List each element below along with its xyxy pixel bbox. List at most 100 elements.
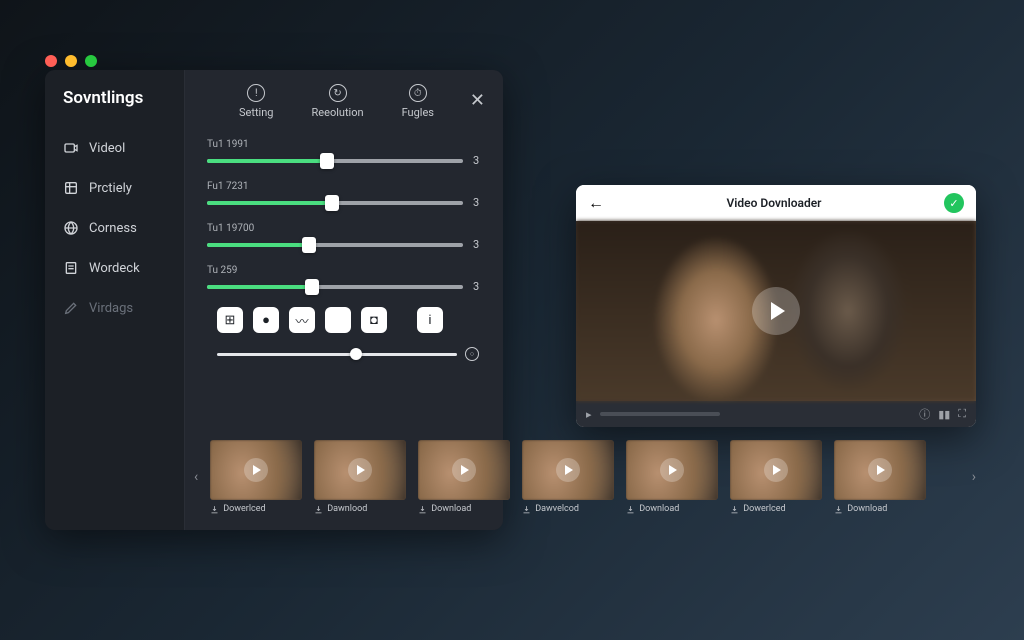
timeline-slider[interactable]: ○ xyxy=(203,347,485,361)
sidebar-item-label: Virdags xyxy=(89,301,133,316)
play-control-icon[interactable]: ○ xyxy=(465,347,479,361)
sidebar-item-label: Wordeck xyxy=(89,261,140,276)
slider-thumb[interactable] xyxy=(325,195,339,211)
layers-icon xyxy=(63,180,79,196)
tab-icon: ! xyxy=(247,84,265,102)
slider-value: 3 xyxy=(473,196,485,209)
slider-list: Tu1 19913Fu1 72313Tu1 197003Tu 2593 xyxy=(203,139,485,293)
play-icon xyxy=(868,458,892,482)
sidebar-item-wordeck[interactable]: Wordeck xyxy=(45,248,184,288)
slider-row: Tu1 19913 xyxy=(207,139,485,167)
sidebar-item-corness[interactable]: Corness xyxy=(45,208,184,248)
close-window-icon[interactable] xyxy=(45,55,57,67)
download-button[interactable]: Download xyxy=(418,504,510,514)
close-icon[interactable]: ✕ xyxy=(470,92,485,110)
video-player[interactable] xyxy=(576,221,976,401)
play-icon[interactable] xyxy=(752,287,800,335)
maximize-window-icon[interactable] xyxy=(85,55,97,67)
thumbnail-item[interactable]: Dowerlced xyxy=(730,440,822,514)
download-icon xyxy=(626,505,635,514)
slider-thumb[interactable] xyxy=(302,237,316,253)
slider-value: 3 xyxy=(473,238,485,251)
volume-icon[interactable]: ▸ xyxy=(586,408,592,421)
chevron-left-icon[interactable]: ‹ xyxy=(190,469,202,485)
thumbnail-item[interactable]: Download xyxy=(834,440,926,514)
sidebar-item-label: Prctiely xyxy=(89,181,132,196)
chart-button[interactable]: 〰 xyxy=(289,307,315,333)
slider-row: Fu1 72313 xyxy=(207,181,485,209)
download-button[interactable]: Download xyxy=(834,504,926,514)
sidebar-item-prctiely[interactable]: Prctiely xyxy=(45,168,184,208)
sidebar-item-virdags[interactable]: Virdags xyxy=(45,288,184,328)
preview-header: ← Video Dovnloader ✓ xyxy=(576,185,976,221)
apple-button[interactable] xyxy=(325,307,351,333)
thumbnail-image[interactable] xyxy=(418,440,510,500)
play-icon xyxy=(348,458,372,482)
expand-icon[interactable]: ⛶ xyxy=(958,407,966,421)
minimize-window-icon[interactable] xyxy=(65,55,77,67)
video-icon xyxy=(63,140,79,156)
info-button[interactable]: i xyxy=(417,307,443,333)
thumbnail-item[interactable]: Download xyxy=(626,440,718,514)
slider-track[interactable] xyxy=(207,285,463,289)
tab-bar: !Setting ↻Reeolution ⏱Fugles xyxy=(203,84,485,119)
play-icon xyxy=(764,458,788,482)
window-traffic-lights[interactable] xyxy=(45,55,97,67)
tab-icon: ⏱ xyxy=(409,84,427,102)
download-button[interactable]: Dawvelcod xyxy=(522,504,614,514)
download-icon xyxy=(730,505,739,514)
download-button[interactable]: Dowerlced xyxy=(730,504,822,514)
slider-label: Tu1 19700 xyxy=(207,223,485,234)
icon-row: ⊞ ● 〰 ◘ i xyxy=(203,307,485,333)
download-icon xyxy=(418,505,427,514)
thumbnail-image[interactable] xyxy=(730,440,822,500)
thumbnail-item[interactable]: Dawnlood xyxy=(314,440,406,514)
thumbnail-item[interactable]: Dowerlced xyxy=(210,440,302,514)
thumbnail-image[interactable] xyxy=(314,440,406,500)
video-preview-popup: ← Video Dovnloader ✓ ▸ ⓘ ▮▮ ⛶ xyxy=(576,185,976,427)
thumbnail-strip: ‹ Dowerlced Dawnlood Download Dawvelcod Down… xyxy=(190,440,980,514)
sidebar-title: Sovntlings xyxy=(45,88,184,128)
sidebar-item-label: Corness xyxy=(89,221,137,236)
progress-bar[interactable] xyxy=(600,412,720,416)
download-icon xyxy=(834,505,843,514)
chevron-right-icon[interactable]: › xyxy=(968,469,980,485)
play-icon xyxy=(452,458,476,482)
box-button[interactable]: ◘ xyxy=(361,307,387,333)
slider-label: Tu1 1991 xyxy=(207,139,485,150)
thumbnail-image[interactable] xyxy=(522,440,614,500)
tab-setting[interactable]: !Setting xyxy=(239,84,274,119)
info-icon[interactable]: ⓘ xyxy=(919,406,930,422)
slider-track[interactable] xyxy=(207,159,463,163)
stop-button[interactable]: ● xyxy=(253,307,279,333)
slider-thumb[interactable] xyxy=(320,153,334,169)
player-controls: ▸ ⓘ ▮▮ ⛶ xyxy=(576,401,976,427)
slider-row: Tu 2593 xyxy=(207,265,485,293)
preview-title: Video Dovnloader xyxy=(726,196,821,210)
tab-fugles[interactable]: ⏱Fugles xyxy=(402,84,434,119)
download-icon xyxy=(210,505,219,514)
columns-icon[interactable]: ▮▮ xyxy=(938,408,950,421)
download-button[interactable]: Dowerlced xyxy=(210,504,302,514)
back-arrow-icon[interactable]: ← xyxy=(588,193,604,213)
download-icon xyxy=(314,505,323,514)
slider-row: Tu1 19700 3 xyxy=(207,223,485,251)
slider-thumb[interactable] xyxy=(305,279,319,295)
thumbnail-item[interactable]: Dawvelcod xyxy=(522,440,614,514)
thumbnail-item[interactable]: Download xyxy=(418,440,510,514)
slider-track[interactable] xyxy=(207,201,463,205)
grid-button[interactable]: ⊞ xyxy=(217,307,243,333)
play-icon xyxy=(556,458,580,482)
tab-reeolution[interactable]: ↻Reeolution xyxy=(312,84,364,119)
sidebar: Sovntlings Videol Prctiely Corness Wordeck V… xyxy=(45,70,185,530)
thumbnail-image[interactable] xyxy=(626,440,718,500)
play-icon xyxy=(660,458,684,482)
thumbnail-image[interactable] xyxy=(834,440,926,500)
download-button[interactable]: Dawnlood xyxy=(314,504,406,514)
check-icon[interactable]: ✓ xyxy=(944,193,964,213)
sidebar-item-videol[interactable]: Videol xyxy=(45,128,184,168)
slider-track[interactable] xyxy=(207,243,463,247)
download-button[interactable]: Download xyxy=(626,504,718,514)
thumbnail-image[interactable] xyxy=(210,440,302,500)
page-icon xyxy=(63,260,79,276)
